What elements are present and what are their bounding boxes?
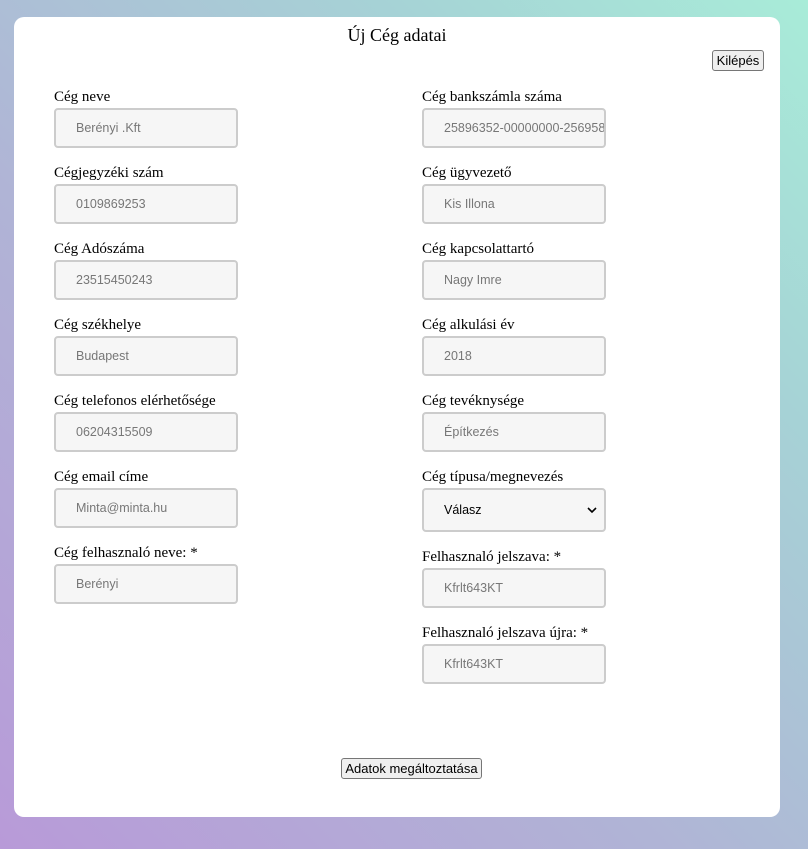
field-label: Cég kapcsolattartó bbox=[422, 241, 535, 257]
field-email: Cég email címe Minta@minta.hu bbox=[54, 467, 238, 528]
field-label: Cég székhelye bbox=[54, 317, 142, 333]
submit-button[interactable]: Adatok megáltoztatása bbox=[341, 758, 482, 779]
field-label: Cégjegyzéki szám bbox=[54, 165, 164, 181]
form-card: Új Cég adatai Kilépés Cég neve Berényi .… bbox=[14, 17, 780, 817]
field-tax-number: Cég Adószáma 23515450243 bbox=[54, 239, 238, 300]
field-headquarters: Cég székhelye Budapest bbox=[54, 315, 238, 376]
company-type-select[interactable]: Válasz bbox=[422, 488, 606, 532]
field-label: Cég tevéknysége bbox=[422, 393, 525, 409]
activity-input[interactable]: Építkezés bbox=[422, 412, 606, 452]
manager-input[interactable]: Kis Illona bbox=[422, 184, 606, 224]
field-label: Cég alkulási év bbox=[422, 317, 515, 333]
tax-number-input[interactable]: 23515450243 bbox=[54, 260, 238, 300]
field-label: Felhasznaló jelszava: * bbox=[422, 549, 562, 565]
field-label: Cég neve bbox=[54, 89, 111, 105]
field-phone: Cég telefonos elérhetősége 06204315509 bbox=[54, 391, 238, 452]
field-label: Cég ügyvezető bbox=[422, 165, 512, 181]
username-input[interactable]: Berényi bbox=[54, 564, 238, 604]
field-password: Felhasznaló jelszava: * Kfrlt643KT bbox=[422, 547, 606, 608]
page-title: Új Cég adatai bbox=[347, 25, 447, 45]
field-password-confirm: Felhasznaló jelszava újra: * Kfrlt643KT bbox=[422, 623, 606, 684]
field-activity: Cég tevéknysége Építkezés bbox=[422, 391, 606, 452]
select-value: Válasz bbox=[444, 503, 482, 517]
bank-account-input[interactable]: 25896352-00000000-25695896 bbox=[422, 108, 606, 148]
company-name-input[interactable]: Berényi .Kft bbox=[54, 108, 238, 148]
field-bank-account: Cég bankszámla száma 25896352-00000000-2… bbox=[422, 87, 606, 148]
contact-person-input[interactable]: Nagy Imre bbox=[422, 260, 606, 300]
password-confirm-input[interactable]: Kfrlt643KT bbox=[422, 644, 606, 684]
founding-year-input[interactable]: 2018 bbox=[422, 336, 606, 376]
field-registry-number: Cégjegyzéki szám 0109869253 bbox=[54, 163, 238, 224]
field-label: Felhasznaló jelszava újra: * bbox=[422, 625, 589, 641]
headquarters-input[interactable]: Budapest bbox=[54, 336, 238, 376]
field-contact-person: Cég kapcsolattartó Nagy Imre bbox=[422, 239, 606, 300]
chevron-down-icon bbox=[587, 507, 597, 514]
field-label: Cég telefonos elérhetősége bbox=[54, 393, 216, 409]
field-label: Cég típusa/megnevezés bbox=[422, 469, 564, 485]
field-username: Cég felhasznaló neve: * Berényi bbox=[54, 543, 238, 604]
field-founding-year: Cég alkulási év 2018 bbox=[422, 315, 606, 376]
phone-input[interactable]: 06204315509 bbox=[54, 412, 238, 452]
registry-number-input[interactable]: 0109869253 bbox=[54, 184, 238, 224]
field-label: Cég felhasznaló neve: * bbox=[54, 545, 198, 561]
field-label: Cég bankszámla száma bbox=[422, 89, 562, 105]
field-manager: Cég ügyvezető Kis Illona bbox=[422, 163, 606, 224]
exit-button[interactable]: Kilépés bbox=[712, 50, 764, 71]
field-label: Cég Adószáma bbox=[54, 241, 145, 257]
email-input[interactable]: Minta@minta.hu bbox=[54, 488, 238, 528]
field-company-type: Cég típusa/megnevezés Válasz bbox=[422, 467, 606, 532]
field-label: Cég email címe bbox=[54, 469, 149, 485]
password-input[interactable]: Kfrlt643KT bbox=[422, 568, 606, 608]
field-company-name: Cég neve Berényi .Kft bbox=[54, 87, 238, 148]
